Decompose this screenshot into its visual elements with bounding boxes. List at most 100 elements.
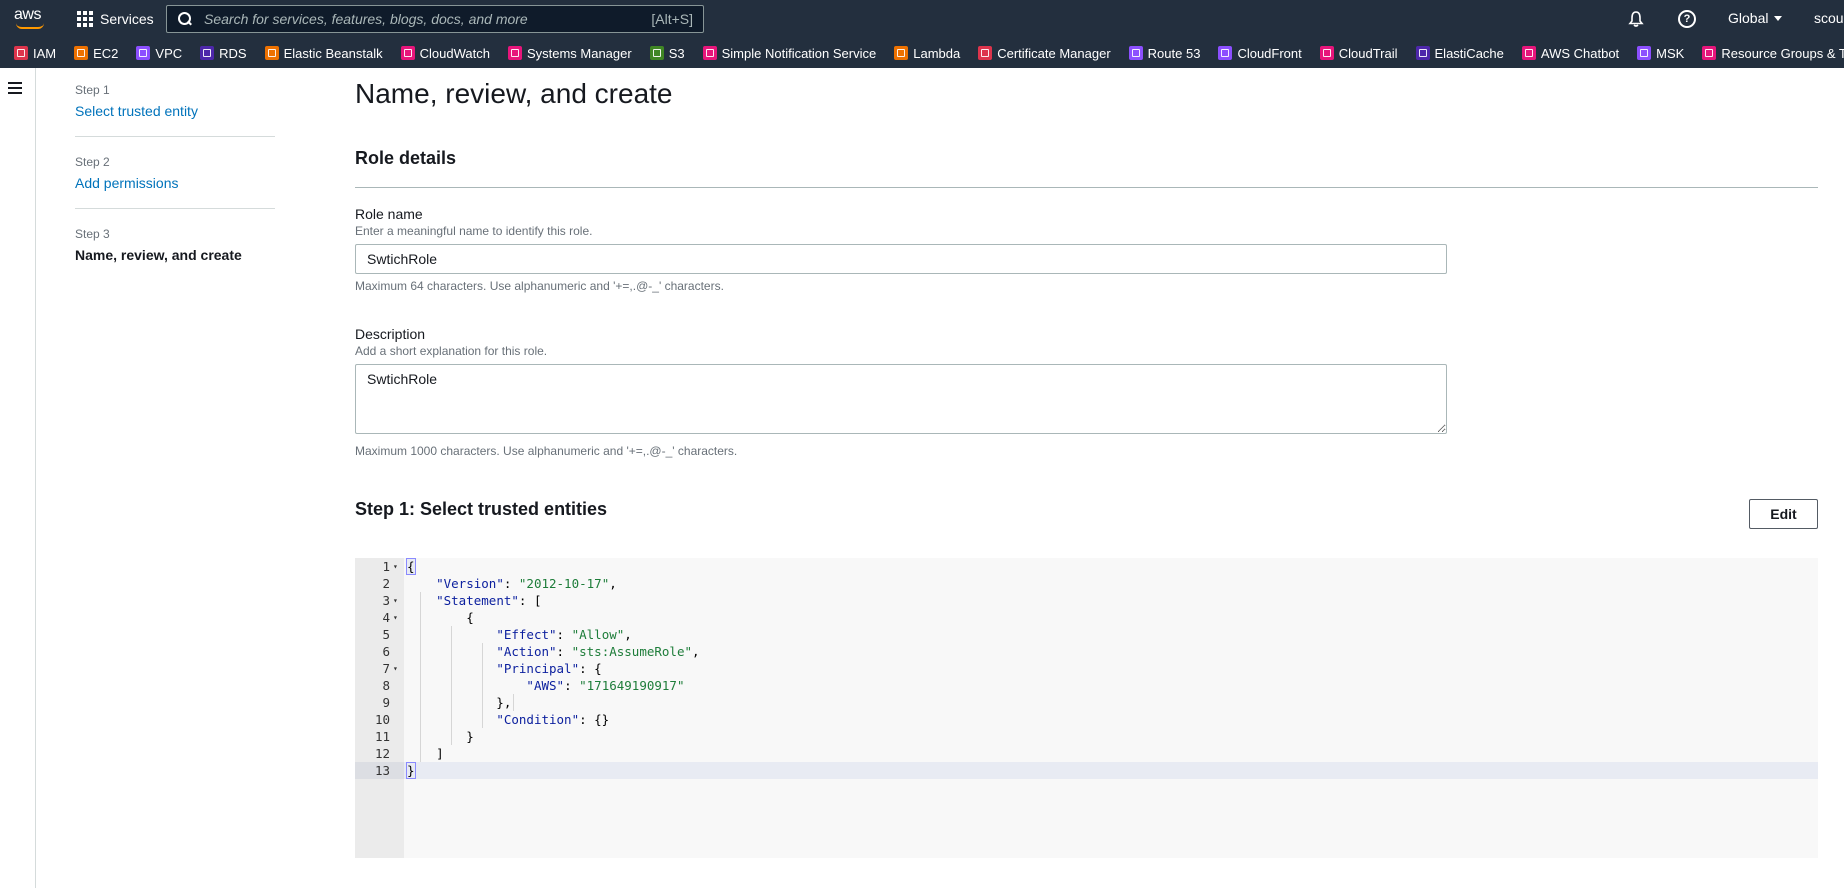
line-number: 9: [382, 695, 390, 710]
iam-icon: [14, 46, 28, 60]
aws-logo[interactable]: aws: [14, 6, 46, 32]
role-name-label: Role name: [355, 206, 423, 222]
code-line[interactable]: 8 "AWS": "171649190917": [355, 677, 1818, 694]
step-1: Step 1 Select trusted entity: [75, 83, 198, 119]
search-shortcut-hint: [Alt+S]: [651, 11, 693, 27]
code-line[interactable]: 3 ▾ "Statement": [: [355, 592, 1818, 609]
line-number: 13: [355, 762, 404, 779]
description-textarea[interactable]: SwtichRole: [355, 364, 1447, 434]
code-text: "Effect": "Allow",: [496, 627, 632, 642]
resource-groups-icon: [1702, 46, 1717, 60]
favorite-cloudwatch[interactable]: CloudWatch: [400, 45, 490, 61]
favorite-cloudtrail[interactable]: CloudTrail: [1319, 46, 1398, 61]
code-line[interactable]: 4 ▾ {: [355, 609, 1818, 626]
search-icon: [178, 12, 192, 26]
region-selector[interactable]: Global: [1728, 10, 1783, 26]
vpc-icon: [136, 46, 151, 60]
favorite-label: CloudWatch: [419, 45, 490, 61]
services-label: Services: [100, 11, 154, 27]
search-input[interactable]: [204, 11, 634, 27]
rds-icon: [200, 46, 215, 60]
caret-down-icon: [1774, 15, 1783, 21]
elastic-beanstalk-icon: [264, 46, 279, 60]
code-line[interactable]: 1 ▾{: [355, 558, 1818, 575]
bell-icon[interactable]: [1627, 10, 1645, 28]
code-line[interactable]: 9 },: [355, 694, 1818, 711]
code-line[interactable]: 13}: [355, 762, 1818, 779]
favorite-msk[interactable]: MSK: [1637, 46, 1684, 61]
fold-toggle-icon[interactable]: ▾: [393, 660, 398, 677]
services-menu-button[interactable]: Services: [77, 9, 154, 29]
favorite-elasticache[interactable]: ElastiCache: [1415, 46, 1504, 61]
code-text: "Version": "2012-10-17",: [436, 576, 617, 591]
favorite-label: Elastic Beanstalk: [283, 45, 383, 61]
step-3-current: Name, review, and create: [75, 247, 242, 263]
cloudfront-icon: [1218, 46, 1233, 60]
code-text: "Condition": {}: [496, 712, 610, 727]
code-text: {: [406, 558, 416, 575]
line-number: 11: [374, 729, 390, 744]
matched-bracket: {: [406, 558, 416, 575]
favorite-label: Route 53: [1147, 45, 1201, 61]
search-box[interactable]: [Alt+S]: [166, 5, 704, 33]
step-2-link[interactable]: Add permissions: [75, 175, 179, 191]
menu-icon[interactable]: [8, 82, 22, 94]
favorite-aws-chatbot[interactable]: AWS Chatbot: [1521, 45, 1620, 61]
code-line[interactable]: 2 "Version": "2012-10-17",: [355, 575, 1818, 592]
role-name-input[interactable]: [355, 244, 1447, 274]
fold-toggle-icon[interactable]: ▾: [393, 609, 398, 626]
code-line[interactable]: 6 "Action": "sts:AssumeRole",: [355, 643, 1818, 660]
code-line[interactable]: 12 ]: [355, 745, 1818, 762]
region-label: Global: [1728, 10, 1769, 26]
certificate-manager-icon: [978, 46, 993, 60]
code-line[interactable]: 5 "Effect": "Allow",: [355, 626, 1818, 643]
favorite-route53[interactable]: Route 53: [1128, 45, 1201, 61]
favorite-elastic-beanstalk[interactable]: Elastic Beanstalk: [264, 45, 383, 61]
favorite-ec2[interactable]: EC2: [74, 46, 118, 61]
section-divider: [355, 187, 1818, 188]
favorite-cloudfront[interactable]: CloudFront: [1218, 46, 1302, 61]
aws-logo-text: aws: [14, 6, 41, 23]
favorite-systems-manager[interactable]: Systems Manager: [507, 46, 632, 61]
code-text: }: [406, 762, 416, 779]
code-line[interactable]: 7 ▾ "Principal": {: [355, 660, 1818, 677]
favorite-resource-groups[interactable]: Resource Groups & Tag Editor: [1702, 46, 1844, 61]
favorites-bar: IAM EC2 VPC RDS Elastic Beanstalk CloudWatch S…: [0, 38, 1844, 68]
aws-chatbot-icon: [1521, 46, 1536, 60]
step-1-label: Step 1: [75, 83, 110, 97]
code-text: },: [406, 695, 512, 710]
favorite-label: VPC: [155, 45, 183, 61]
code-text: "Principal": {: [496, 661, 602, 676]
favorite-label: MSK: [1656, 45, 1685, 61]
favorite-vpc[interactable]: VPC: [136, 46, 182, 61]
favorite-rds[interactable]: RDS: [200, 45, 247, 61]
line-number: 5: [382, 627, 390, 642]
fold-toggle-icon[interactable]: ▾: [393, 592, 398, 609]
favorite-lambda[interactable]: Lambda: [894, 46, 960, 61]
code-line[interactable]: 11 }: [355, 728, 1818, 745]
step-1-link[interactable]: Select trusted entity: [75, 103, 198, 119]
line-number: 2: [382, 576, 390, 591]
favorite-label: AWS Chatbot: [1540, 45, 1620, 61]
help-icon[interactable]: ?: [1678, 10, 1696, 28]
fold-toggle-icon[interactable]: ▾: [393, 558, 398, 575]
edit-button[interactable]: Edit: [1749, 499, 1818, 529]
role-name-description: Enter a meaningful name to identify this…: [355, 224, 593, 238]
code-line[interactable]: 10 "Condition": {}: [355, 711, 1818, 728]
elasticache-icon: [1415, 46, 1430, 60]
code-text: "Statement": [: [436, 593, 542, 608]
favorite-iam[interactable]: IAM: [14, 46, 56, 61]
trust-policy-editor[interactable]: 1 ▾{2 "Version": "2012-10-17", 3 ▾ "Stateme…: [355, 558, 1818, 858]
step-divider: [75, 136, 275, 137]
favorite-label: RDS: [219, 45, 247, 61]
favorite-certificate-manager[interactable]: Certificate Manager: [978, 46, 1111, 61]
description-description: Add a short explanation for this role.: [355, 344, 548, 358]
step-3: Step 3 Name, review, and create: [75, 227, 242, 263]
favorite-sns[interactable]: Simple Notification Service: [702, 46, 876, 61]
description-hint: Maximum 1000 characters. Use alphanumeri…: [355, 444, 738, 458]
favorite-s3[interactable]: S3: [649, 46, 685, 61]
account-menu[interactable]: scour: [1814, 10, 1844, 26]
top-navigation: aws Services [Alt+S] ? Global scour: [0, 0, 1844, 38]
lambda-icon: [894, 46, 909, 60]
matched-bracket: }: [406, 762, 416, 779]
